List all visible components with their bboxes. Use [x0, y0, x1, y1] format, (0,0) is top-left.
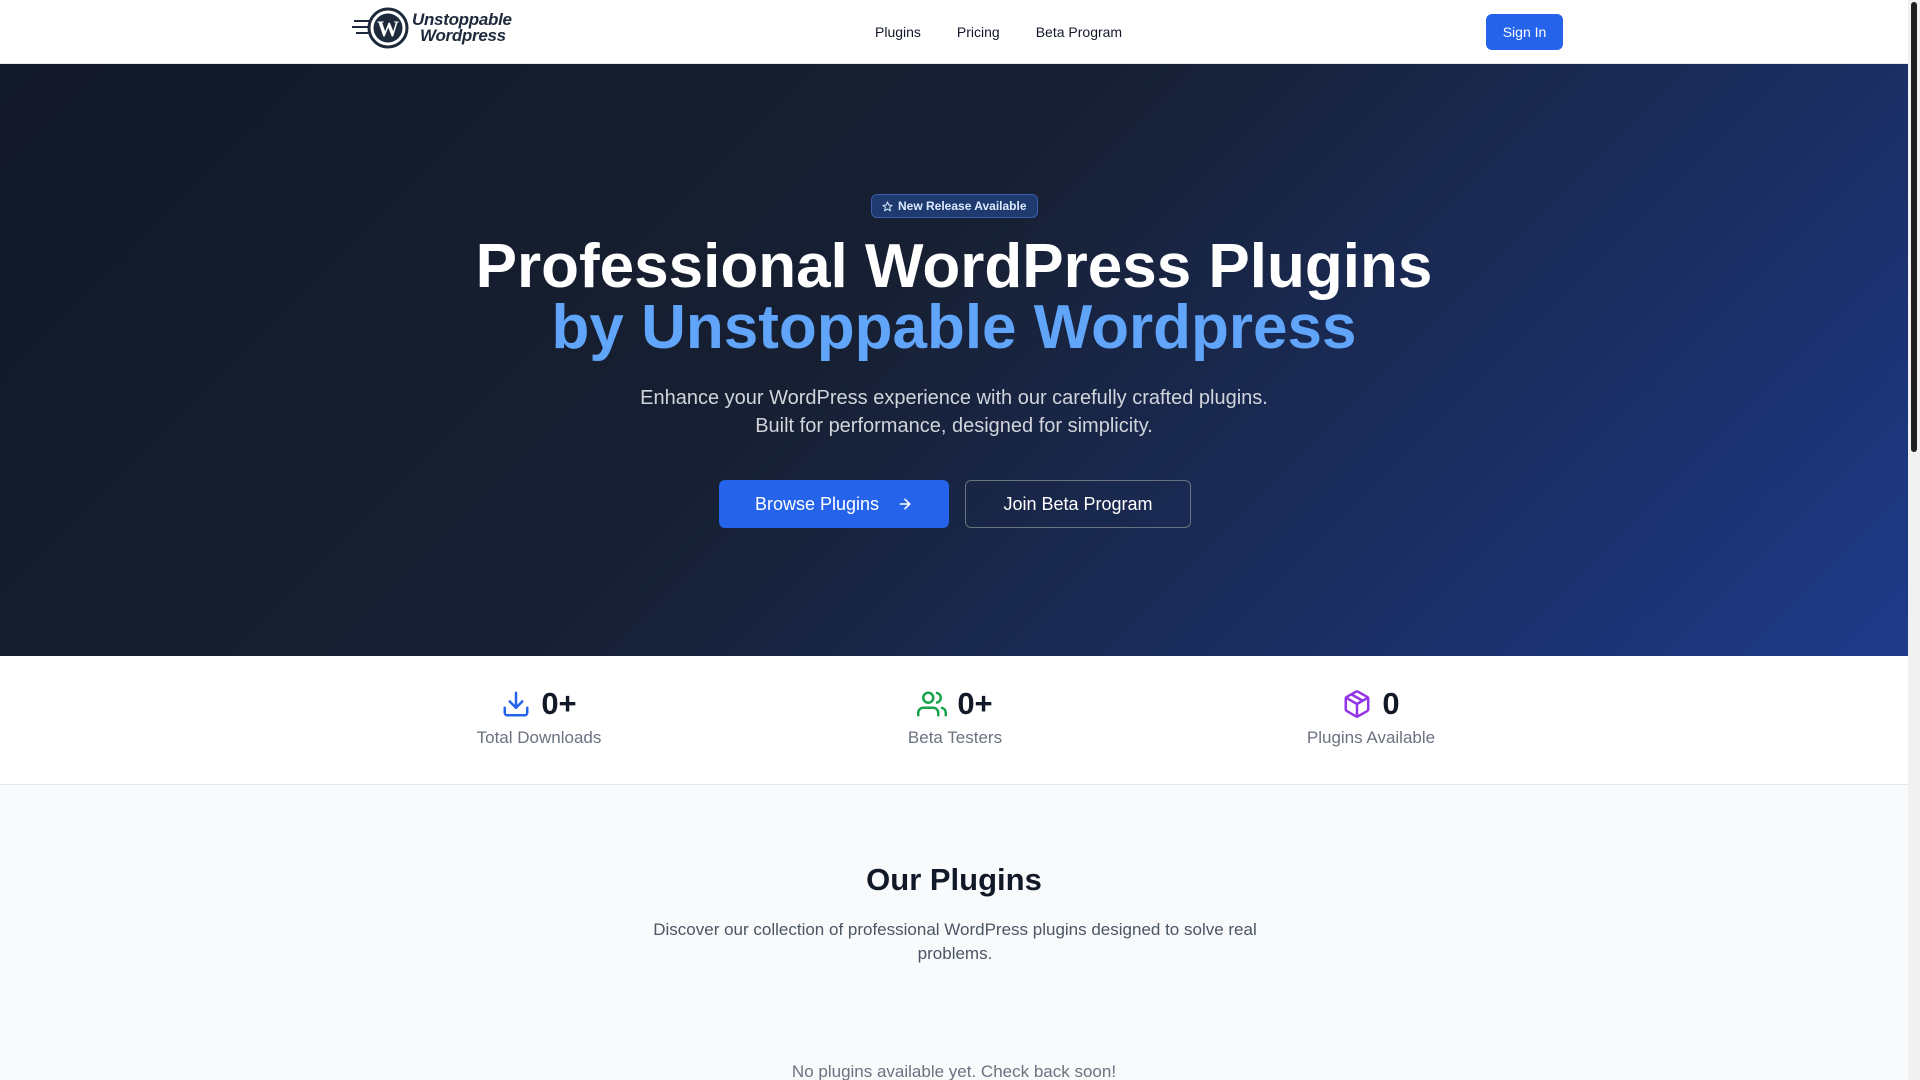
users-icon	[917, 691, 948, 717]
stat-label: Beta Testers	[907, 728, 1003, 747]
wordpress-logo-icon: W	[352, 7, 409, 49]
stat-value: 0+	[541, 686, 577, 721]
scrollbar-thumb[interactable]	[1911, 2, 1917, 452]
stat-value: 0+	[957, 686, 993, 721]
star-icon	[882, 200, 893, 211]
stat-value: 0	[1382, 686, 1400, 721]
empty-plugins-message: No plugins available yet. Check back soo…	[791, 1062, 1117, 1080]
sign-in-button[interactable]: Sign In	[1486, 14, 1563, 50]
nav-pricing-link[interactable]: Pricing	[957, 24, 1000, 40]
new-release-badge: New Release Available	[871, 194, 1038, 218]
page-scrollbar[interactable]	[1908, 0, 1920, 1080]
stats-bar: 0+ Total Downloads 0+ Beta Testers 0 Plu…	[0, 656, 1908, 785]
hero-subtitle: Enhance your WordPress experience with o…	[0, 384, 1908, 440]
hero-title-line-2: by Unstoppable Wordpress	[551, 293, 1357, 362]
hero-title-line-1: Professional WordPress Plugins	[475, 232, 1433, 301]
stat-label: Plugins Available	[1306, 728, 1436, 747]
logo[interactable]: W Unstoppable Wordpress	[352, 7, 512, 49]
join-beta-program-button[interactable]: Join Beta Program	[965, 480, 1191, 528]
hero-section: New Release Available Professional WordP…	[0, 64, 1908, 656]
nav-links: Plugins Pricing Beta Program	[875, 0, 1158, 64]
nav-plugins-link[interactable]: Plugins	[875, 24, 921, 40]
package-icon	[1344, 690, 1370, 718]
download-icon	[503, 691, 529, 717]
arrow-right-icon	[899, 498, 911, 510]
svg-text:W: W	[377, 16, 399, 41]
hero-subtitle-line-1: Enhance your WordPress experience with o…	[640, 387, 1268, 409]
browse-plugins-button[interactable]: Browse Plugins	[719, 480, 949, 528]
page: W Unstoppable Wordpress Plugins Pricing …	[0, 0, 1908, 1080]
top-nav: W Unstoppable Wordpress Plugins Pricing …	[0, 0, 1908, 64]
nav-beta-program-link[interactable]: Beta Program	[1036, 24, 1122, 40]
logo-line-2: Wordpress	[420, 26, 506, 45]
our-plugins-description: Discover our collection of professional …	[653, 920, 1257, 963]
stat-beta-testers: 0+ Beta Testers	[825, 686, 1085, 748]
our-plugins-title: Our Plugins	[866, 862, 1042, 897]
stat-label: Total Downloads	[476, 728, 602, 747]
logo-text: Unstoppable Wordpress	[412, 11, 512, 45]
browse-plugins-label: Browse Plugins	[754, 493, 880, 514]
stat-plugins-available: 0 Plugins Available	[1241, 686, 1501, 748]
hero-subtitle-line-2: Built for performance, designed for simp…	[755, 415, 1153, 437]
stat-total-downloads: 0+ Total Downloads	[409, 686, 669, 748]
badge-text: New Release Available	[898, 199, 1027, 213]
